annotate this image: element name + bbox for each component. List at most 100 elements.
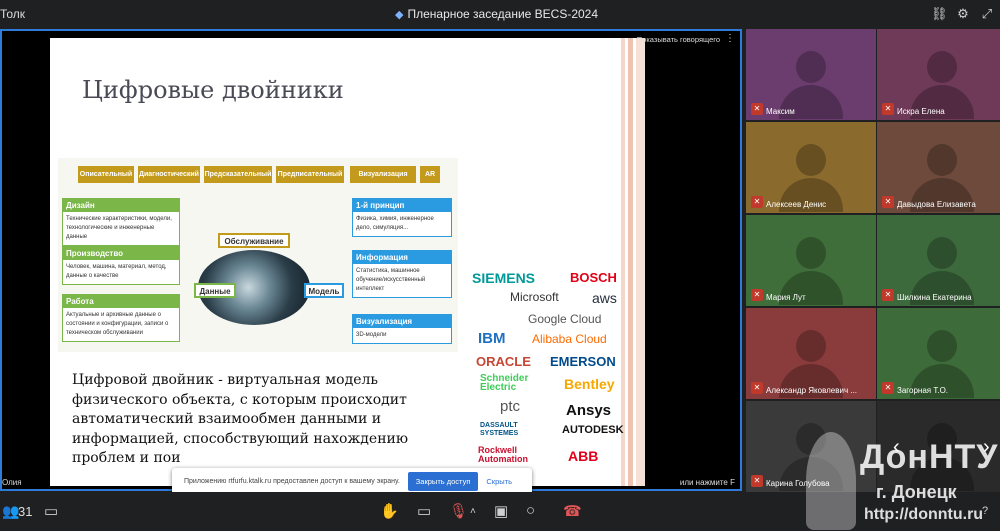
slide-body-text: Цифровой двойник - виртуальная модель фи… [72,372,409,466]
slide-title: Цифровые двойники [82,76,344,104]
avatar [927,330,957,362]
mic-off-icon: ✕ [751,103,763,115]
raise-hand-icon[interactable]: ✋ [380,502,399,520]
presenter-name: Олия [2,478,22,487]
more-options-icon[interactable]: ⋮ [725,33,735,44]
logo-bentley: Bentley [564,376,615,392]
participant-tile[interactable]: ✕ Алексеев Денис [746,122,876,213]
vendor-logos: SIEMENS BOSCH Microsoft aws Google Cloud… [470,270,625,470]
logo-autodesk: AUTODESK [562,424,624,436]
box-production: Производство Человек, машина, материал, … [62,246,180,285]
hide-notice-link[interactable]: Скрыть [486,477,512,486]
logo-microsoft: Microsoft [510,290,559,304]
camera-icon[interactable]: ▣ [494,502,508,520]
university-seal-icon [806,432,856,530]
logo-abb: ABB [568,448,599,464]
watermark-url: http://donntu.ru [864,506,984,523]
screen-share-icon[interactable]: ▭ [417,502,431,520]
type-visualization: Визуализация [350,166,416,183]
chat-icon[interactable]: ▭ [44,502,58,520]
fullscreen-hint: или нажмите F [679,478,735,487]
avatar [796,144,826,176]
mic-off-icon: ✕ [882,289,894,301]
box-information-header: Информация [353,251,451,264]
presentation-slide: Цифровые двойники Описательный Диагности… [50,38,645,486]
logo-ptc: ptc [500,398,521,415]
box-operation-header: Работа [63,295,179,308]
chevron-up-icon[interactable]: ˄ [470,506,476,517]
participant-name: Загорная Т.О. [897,386,949,395]
avatar [927,237,957,269]
type-diagnostic: Диагностический [138,166,200,183]
avatar [796,237,826,269]
digital-twin-diagram: Описательный Диагностический Предсказате… [58,158,458,352]
box-operation: Работа Актуальные и архивные данные о со… [62,294,180,342]
mic-off-icon: ✕ [882,196,894,208]
avatar [796,330,826,362]
logo-alibaba-cloud: Alibaba Cloud [532,332,607,346]
participant-name: Шилкина Екатерина [897,293,972,302]
gear-icon[interactable]: ⚙ [955,6,971,22]
mic-off-icon: ✕ [882,382,894,394]
label-model: Модель [304,283,344,298]
participant-tile[interactable]: ✕ Искра Елена [877,29,1000,120]
app-name: Толк [0,7,26,21]
university-watermark: ДонНТУ г. Донецк http://donntu.ru [780,432,1000,531]
box-first-principle: 1-й принцип Физика, химия, инженерное де… [352,198,452,237]
type-predictive: Предсказательный [204,166,272,183]
logo-schneider: Schneider Electric [480,373,529,393]
participant-tile[interactable]: ✕ Давыдова Елизавета [877,122,1000,213]
mic-off-icon: ✕ [882,103,894,115]
top-bar: Толк ◆ Пленарное заседание BECS-2024 ⛓ ⚙… [0,0,1000,28]
box-production-text: Человек, машина, материал, метод, данные… [66,264,167,279]
record-icon[interactable]: ○ [526,502,535,519]
logo-ansys: Ansys [566,402,612,419]
speaker-view-toggle[interactable]: Показывать говорящего [637,35,720,44]
participant-count: 31 [18,504,33,519]
logo-dassault: DASSAULT SYSTEMES [480,422,519,437]
box-information: Информация Статистика, машинное обучение… [352,250,452,298]
participant-name: Искра Елена [897,107,945,116]
stop-sharing-button[interactable]: Закрыть доступ [407,471,479,491]
participant-name: Давыдова Елизавета [897,200,976,209]
box-first-principle-header: 1-й принцип [353,199,451,212]
box-production-header: Производство [63,247,179,260]
pin-icon: ◆ [395,8,404,21]
label-data: Данные [194,283,236,298]
logo-google-cloud: Google Cloud [528,312,602,326]
link-icon[interactable]: ⛓ [931,6,948,22]
logo-oracle: ORACLE [476,354,531,369]
logo-emerson: EMERSON [550,354,616,369]
participant-tile[interactable]: ✕ Максим [746,29,876,120]
logo-rockwell: Rockwell Automation [478,445,528,464]
avatar [796,51,826,83]
participant-tile[interactable]: ✕ Загорная Т.О. [877,308,1000,399]
label-maintenance: Обслуживание [218,233,290,248]
screen-share-stage[interactable]: Цифровые двойники Описательный Диагности… [0,29,742,494]
mic-off-icon: ✕ [751,382,763,394]
screen-share-notice-text: Приложению rtfurfu.ktalk.ru предоставлен… [184,477,400,485]
box-visualization: Визуализация 3D-модели [352,314,452,344]
box-visualization-text: 3D-модели [356,332,387,338]
watermark-name: ДонНТУ [860,438,999,476]
logo-bosch: BOSCH [570,270,617,285]
meeting-title: ◆ Пленарное заседание BECS-2024 [395,7,598,21]
participant-tile[interactable]: ✕ Мария Лут [746,215,876,306]
participant-tile[interactable]: ✕ Александр Яковлевич ... [746,308,876,399]
mic-muted-icon[interactable]: 🎙 [449,502,468,520]
box-operation-text: Актуальные и архивные данные о состоянии… [66,312,169,336]
avatar [927,51,957,83]
meeting-title-text: Пленарное заседание BECS-2024 [407,7,599,21]
box-first-principle-text: Физика, химия, инженерное дело, симуляци… [356,216,434,231]
leave-call-icon[interactable]: ☎ [563,502,582,520]
logo-siemens: SIEMENS [472,270,536,286]
mic-off-icon: ✕ [751,196,763,208]
logo-ibm: IBM [478,330,506,347]
fullscreen-icon[interactable]: ⤢ [979,6,995,22]
logo-aws: aws [592,290,617,306]
participant-tile[interactable]: ✕ Шилкина Екатерина [877,215,1000,306]
participant-name: Алексеев Денис [766,200,827,209]
participant-name: Александр Яковлевич ... [766,386,858,395]
box-design: Дизайн Технические характеристики, модел… [62,198,180,246]
participants-icon[interactable]: 👥 [2,503,19,520]
